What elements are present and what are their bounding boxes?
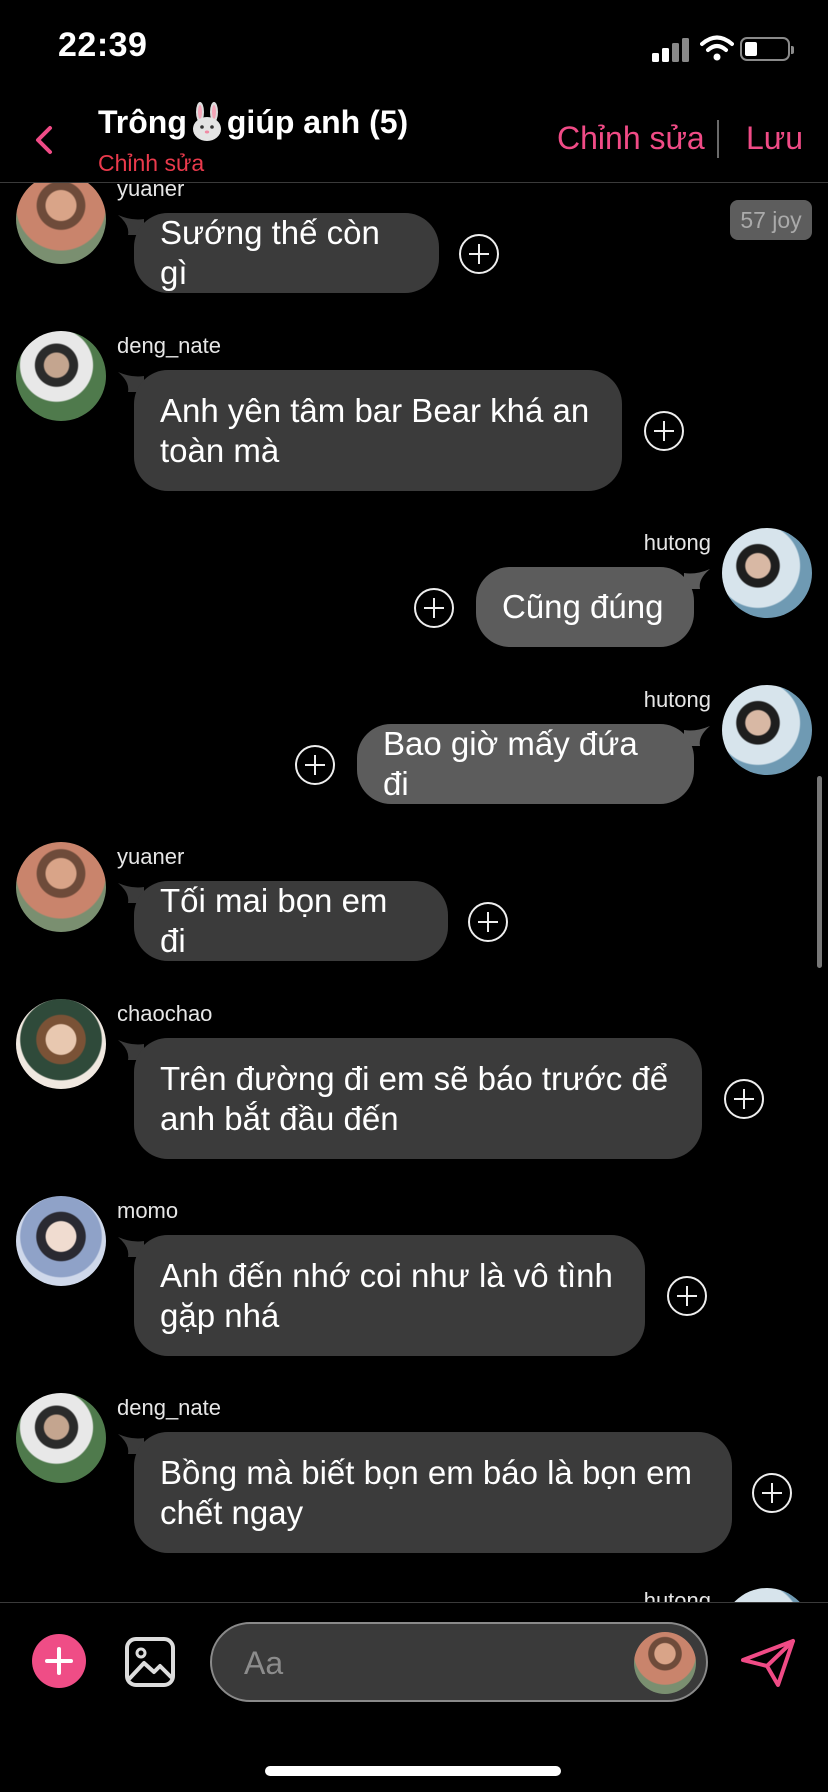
chat-title: Trông giúp anh (5): [98, 102, 408, 142]
wifi-icon: [700, 35, 734, 61]
avatar[interactable]: [16, 1393, 106, 1483]
message-username: yuaner: [117, 183, 185, 201]
message-input-container: [210, 1622, 708, 1702]
message-username: hutong: [643, 1588, 711, 1602]
avatar[interactable]: [722, 528, 812, 618]
avatar[interactable]: [16, 331, 106, 421]
message-username: yuaner: [117, 844, 185, 869]
cellular-signal-icon: [652, 38, 690, 62]
add-button[interactable]: [32, 1634, 86, 1688]
react-plus-icon[interactable]: [724, 1079, 764, 1119]
message-bubble[interactable]: Sướng thế còn gì: [134, 213, 439, 293]
avatar[interactable]: [16, 999, 106, 1089]
chat-title-part2: giúp anh (5): [226, 103, 409, 140]
back-chevron-icon[interactable]: [30, 120, 60, 160]
message-username: momo: [117, 1198, 179, 1223]
message-input[interactable]: [242, 1638, 626, 1688]
status-time: 22:39: [58, 26, 148, 64]
message-username: hutong: [643, 687, 711, 712]
message-username: deng_nate: [117, 1395, 221, 1420]
message-bubble[interactable]: Cũng đúng: [476, 567, 694, 647]
header-divider: [717, 120, 719, 158]
avatar[interactable]: [16, 183, 106, 264]
message-list[interactable]: yuaner Sướng thế còn gì deng_nate Anh yê…: [0, 183, 828, 1602]
chat-subtitle[interactable]: Chỉnh sửa: [98, 150, 204, 177]
rabbit-icon: [192, 102, 221, 141]
message-username: chaochao: [117, 1001, 213, 1026]
react-plus-icon[interactable]: [752, 1473, 792, 1513]
react-plus-icon[interactable]: [667, 1276, 707, 1316]
message-username: hutong: [643, 530, 711, 555]
avatar[interactable]: [16, 842, 106, 932]
image-icon[interactable]: [124, 1636, 176, 1688]
battery-icon: [740, 37, 794, 61]
message-bubble[interactable]: Bồng mà biết bọn em báo là bọn em chết n…: [134, 1432, 732, 1553]
home-indicator[interactable]: [265, 1766, 561, 1776]
react-plus-icon[interactable]: [644, 411, 684, 451]
message-username: deng_nate: [117, 333, 221, 358]
composer-avatar[interactable]: [634, 1632, 696, 1694]
save-button[interactable]: Lưu: [746, 120, 803, 157]
avatar[interactable]: [722, 685, 812, 775]
chat-title-part1: Trông: [98, 103, 187, 140]
joy-badge: 57 joy: [730, 200, 812, 240]
message-bubble[interactable]: Trên đường đi em sẽ báo trước để anh bắt…: [134, 1038, 702, 1159]
scrollbar[interactable]: [817, 776, 822, 968]
avatar[interactable]: [722, 1588, 812, 1602]
edit-button[interactable]: Chỉnh sửa: [557, 120, 705, 157]
composer-separator: [0, 1602, 828, 1603]
message-bubble[interactable]: Tối mai bọn em đi: [134, 881, 448, 961]
react-plus-icon[interactable]: [414, 588, 454, 628]
react-plus-icon[interactable]: [468, 902, 508, 942]
message-bubble[interactable]: Anh đến nhớ coi như là vô tình gặp nhá: [134, 1235, 645, 1356]
react-plus-icon[interactable]: [295, 745, 335, 785]
react-plus-icon[interactable]: [459, 234, 499, 274]
send-icon[interactable]: [740, 1638, 796, 1688]
avatar[interactable]: [16, 1196, 106, 1286]
message-bubble[interactable]: Anh yên tâm bar Bear khá an toàn mà: [134, 370, 622, 491]
message-bubble[interactable]: Bao giờ mấy đứa đi: [357, 724, 694, 804]
